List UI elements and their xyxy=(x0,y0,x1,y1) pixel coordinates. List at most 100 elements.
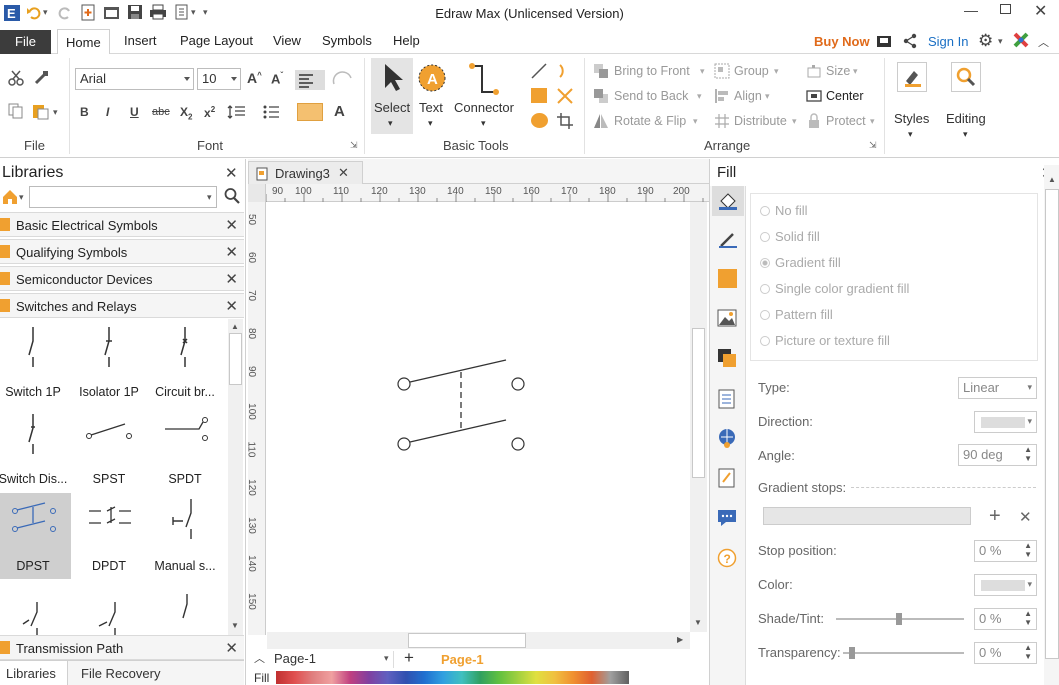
symbol-switch-disconnector[interactable]: Switch Dis... xyxy=(0,406,71,492)
stop-position-spinner[interactable]: 0 % ▲ ▼ xyxy=(974,540,1037,562)
group-icon[interactable] xyxy=(714,63,730,79)
symbol-isolator-1p[interactable]: Isolator 1P xyxy=(71,319,147,405)
fill-panel-scrollbar[interactable]: ▲ xyxy=(1044,165,1059,685)
settings-dropdown-icon[interactable]: ▾ xyxy=(998,36,1003,47)
group-dropdown-icon[interactable]: ▾ xyxy=(774,66,779,77)
symbol-spdt[interactable]: SPDT xyxy=(147,406,223,492)
group-label[interactable]: Group xyxy=(734,64,769,78)
direction-select[interactable]: ▾ xyxy=(974,411,1037,433)
protect-dropdown-icon[interactable]: ▾ xyxy=(870,116,875,127)
editing-button[interactable]: Editing ▾ xyxy=(944,60,990,144)
font-color-icon[interactable]: A xyxy=(334,103,345,120)
crop-tool-icon[interactable] xyxy=(556,112,574,130)
format-painter-icon[interactable] xyxy=(33,70,49,86)
help-icon[interactable]: ? xyxy=(717,548,737,568)
connector-tool-button[interactable]: Connector ▾ xyxy=(452,60,518,134)
tab-insert[interactable]: Insert xyxy=(124,33,157,48)
close-category-icon[interactable]: ✕ xyxy=(225,297,238,315)
shadow-icon[interactable] xyxy=(718,269,737,288)
library-scrollbar[interactable]: ▲ ▼ xyxy=(228,319,243,635)
protect-label[interactable]: Protect xyxy=(826,114,866,128)
tab-help[interactable]: Help xyxy=(393,33,420,48)
close-category-icon[interactable]: ✕ xyxy=(225,243,238,261)
tab-page-layout[interactable]: Page Layout xyxy=(180,33,253,48)
size-label[interactable]: Size xyxy=(826,64,850,78)
rectangle-tool-icon[interactable] xyxy=(531,88,547,103)
library-category-switches-relays[interactable]: Switches and Relays ✕ xyxy=(0,293,244,318)
shade-tint-slider[interactable] xyxy=(836,613,964,625)
decrease-font-icon[interactable]: Aˇ xyxy=(271,71,283,86)
bold-icon[interactable]: B xyxy=(80,105,89,119)
align-icon[interactable] xyxy=(714,88,730,104)
align-label[interactable]: Align xyxy=(734,89,762,103)
text-highlight-icon[interactable] xyxy=(297,103,323,121)
transparency-slider-thumb[interactable] xyxy=(849,647,855,659)
close-category-icon[interactable]: ✕ xyxy=(225,639,238,657)
canvas-vertical-scrollbar[interactable]: ▼ xyxy=(690,202,707,632)
library-category-basic-electrical[interactable]: Basic Electrical Symbols ✕ xyxy=(0,212,244,237)
tab-file-recovery[interactable]: File Recovery xyxy=(81,666,160,681)
strikethrough-icon[interactable]: abc xyxy=(152,106,170,118)
add-page-icon[interactable]: + xyxy=(404,648,414,668)
paste-dropdown-icon[interactable]: ▾ xyxy=(53,107,58,118)
text-direction-icon[interactable] xyxy=(331,70,357,88)
tab-view[interactable]: View xyxy=(273,33,301,48)
send-to-back-label[interactable]: Send to Back xyxy=(614,89,688,103)
rotate-flip-icon[interactable] xyxy=(593,113,609,129)
symbol-spst[interactable]: SPST xyxy=(71,406,147,492)
canvas-vertical-scrollbar-thumb[interactable] xyxy=(692,328,705,478)
cut-icon[interactable] xyxy=(8,70,24,86)
gradient-stops-bar[interactable] xyxy=(763,507,971,525)
tab-home[interactable]: Home xyxy=(57,29,110,55)
library-category-qualifying[interactable]: Qualifying Symbols ✕ xyxy=(0,239,244,264)
text-align-icon[interactable] xyxy=(295,70,325,90)
library-home-dropdown-icon[interactable]: ▾ xyxy=(19,192,24,203)
rotate-flip-label[interactable]: Rotate & Flip xyxy=(614,114,686,128)
library-search-input[interactable] xyxy=(29,186,217,208)
distribute-label[interactable]: Distribute xyxy=(734,114,787,128)
rotate-flip-dropdown-icon[interactable]: ▾ xyxy=(693,116,698,127)
close-category-icon[interactable]: ✕ xyxy=(225,216,238,234)
library-search-dropdown-icon[interactable]: ▾ xyxy=(207,192,212,203)
protect-icon[interactable] xyxy=(806,113,822,129)
remove-stop-icon[interactable]: ✕ xyxy=(1019,508,1032,526)
hyperlink-globe-icon[interactable] xyxy=(717,428,737,448)
increase-font-icon[interactable]: A^ xyxy=(247,70,262,86)
symbol-switch-1p[interactable]: Switch 1P xyxy=(0,319,71,405)
send-to-back-dropdown-icon[interactable]: ▾ xyxy=(697,91,702,102)
data-sheet-icon[interactable] xyxy=(718,389,736,409)
italic-icon[interactable]: I xyxy=(106,105,109,119)
close-category-icon[interactable]: ✕ xyxy=(225,270,238,288)
arc-tool-icon[interactable] xyxy=(556,62,574,80)
buy-now-link[interactable]: Buy Now xyxy=(814,34,870,49)
search-icon[interactable] xyxy=(224,187,240,205)
fill-tab-icon[interactable] xyxy=(712,186,744,216)
distribute-icon[interactable] xyxy=(714,113,730,129)
comment-icon[interactable] xyxy=(717,509,737,527)
collapse-ribbon-icon[interactable]: ︿ xyxy=(1038,34,1049,50)
symbol-dpst[interactable]: DPST xyxy=(0,493,71,579)
symbol-partial-2[interactable] xyxy=(71,580,147,635)
share-icon[interactable] xyxy=(903,33,917,49)
cart-icon[interactable] xyxy=(876,33,892,49)
underline-icon[interactable]: U xyxy=(130,105,139,119)
collapse-page-bar-icon[interactable]: ︿ xyxy=(254,650,265,666)
line-style-icon[interactable] xyxy=(718,229,738,249)
font-dialog-launcher-icon[interactable]: ⇲ xyxy=(350,140,358,151)
transparency-spinner[interactable]: 0 % ▲ ▼ xyxy=(974,642,1037,664)
symbol-manual-switch[interactable]: Manual s... xyxy=(147,493,223,579)
library-category-transmission-path[interactable]: Transmission Path ✕ xyxy=(0,635,244,660)
scroll-right-icon[interactable]: ▶ xyxy=(677,635,683,644)
scroll-up-icon[interactable]: ▲ xyxy=(1048,175,1056,184)
library-category-semiconductor[interactable]: Semiconductor Devices ✕ xyxy=(0,266,244,291)
select-tool-button[interactable]: Select ▾ xyxy=(371,58,413,134)
symbol-partial-3[interactable] xyxy=(147,580,223,635)
document-tab[interactable]: Drawing3 ✕ xyxy=(248,161,363,185)
color-select[interactable]: ▾ xyxy=(974,574,1037,596)
angle-spinner[interactable]: 90 deg ▲ ▼ xyxy=(958,444,1037,466)
close-document-icon[interactable]: ✕ xyxy=(338,165,349,181)
arrange-dialog-launcher-icon[interactable]: ⇲ xyxy=(869,140,877,151)
superscript-icon[interactable]: x2 xyxy=(204,105,215,120)
type-select[interactable]: Linear ▾ xyxy=(958,377,1037,399)
image-icon[interactable] xyxy=(717,309,737,327)
